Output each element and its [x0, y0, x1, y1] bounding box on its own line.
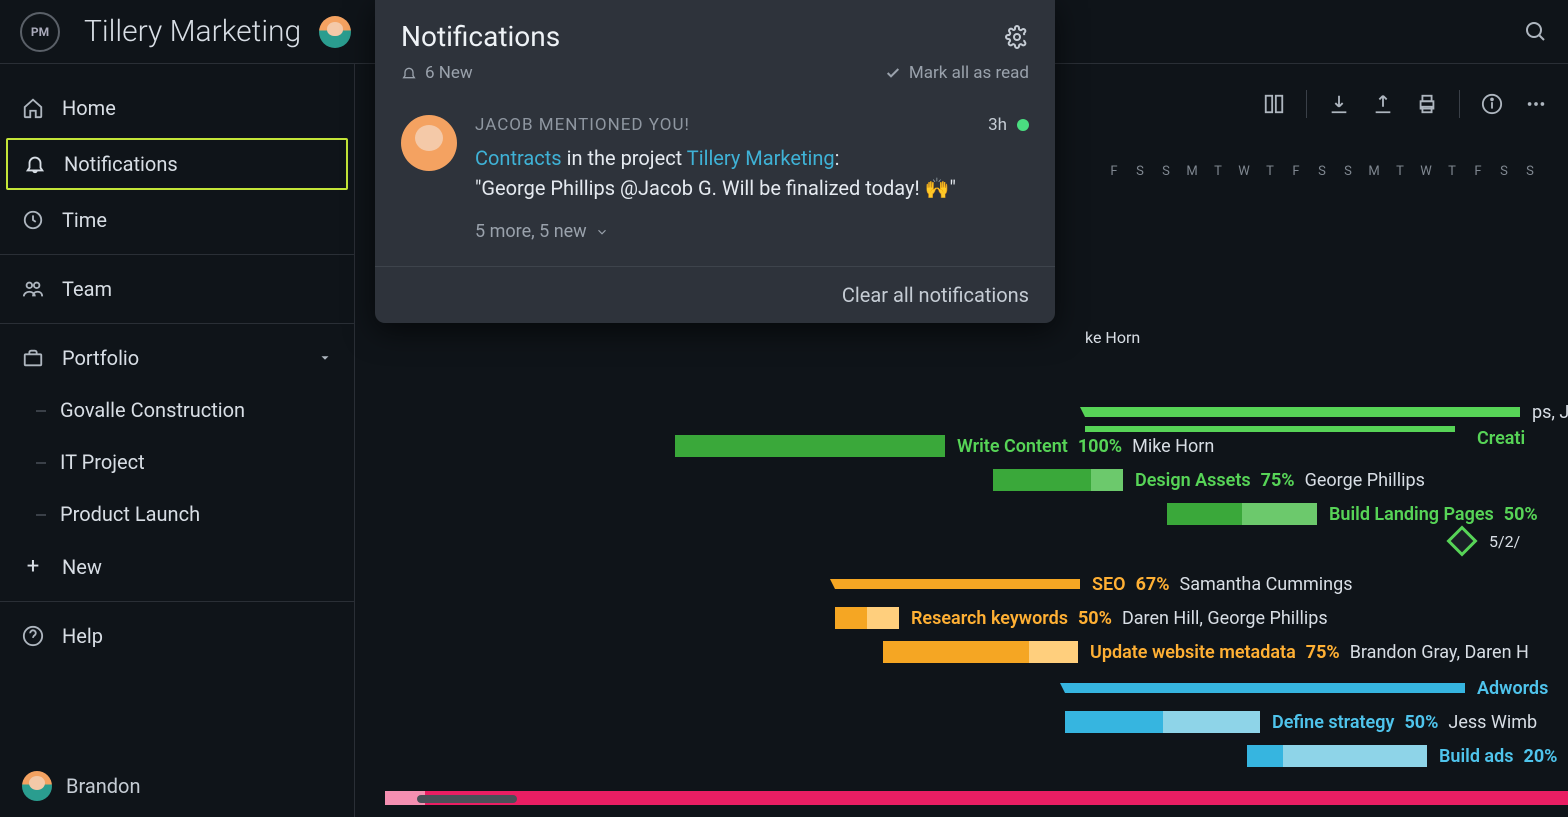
day-label: T [1387, 164, 1413, 179]
clear-all-button[interactable]: Clear all notifications [375, 266, 1055, 323]
import-icon[interactable] [1327, 92, 1351, 116]
task-bar[interactable] [1167, 503, 1317, 525]
task-label: Update website metadata75%Brandon Gray, … [1090, 642, 1529, 663]
task-label: Build Landing Pages50% [1329, 504, 1538, 525]
horizontal-scrollbar[interactable] [417, 795, 517, 803]
task-label: Adwords [1477, 678, 1548, 699]
notification-link[interactable]: Tillery Marketing [687, 146, 835, 170]
notification-body[interactable]: Contracts in the project Tillery Marketi… [475, 143, 1029, 203]
bell-small-icon [401, 65, 417, 81]
project-title: Tillery Marketing [84, 14, 301, 49]
sidebar-item-time[interactable]: Time [0, 194, 354, 246]
print-icon[interactable] [1415, 92, 1439, 116]
sidebar-item-portfolio[interactable]: Portfolio [0, 332, 354, 384]
milestone-date: 5/2/ [1489, 532, 1520, 551]
task-bar[interactable] [883, 641, 1078, 663]
app-logo[interactable]: PM [20, 12, 60, 52]
mark-all-read-button[interactable]: Mark all as read [885, 63, 1029, 83]
sidebar-item-label: Time [62, 208, 107, 232]
info-icon[interactable] [1480, 92, 1504, 116]
day-label: S [1127, 164, 1153, 179]
sidebar-new[interactable]: + New [0, 540, 354, 593]
task-bar[interactable] [1247, 745, 1427, 767]
day-label: F [1101, 164, 1127, 179]
popup-title: Notifications [401, 20, 560, 53]
notification-link[interactable]: Contracts [475, 146, 562, 170]
briefcase-icon [22, 347, 44, 369]
summary-bar[interactable] [1085, 407, 1520, 417]
day-label: S [1153, 164, 1179, 179]
sidebar-item-label: Notifications [64, 152, 178, 176]
task-label: Creati [1477, 428, 1525, 449]
notification-heading: JACOB MENTIONED YOU! [475, 115, 690, 135]
sidebar-item-home[interactable]: Home [0, 82, 354, 134]
day-label: W [1231, 164, 1257, 179]
check-icon [885, 65, 901, 81]
sidebar-item-label: Home [62, 96, 116, 120]
more-icon[interactable] [1524, 92, 1548, 116]
task-label: Define strategy50%Jess Wimb [1272, 712, 1537, 733]
task-label: Research keywords50%Daren Hill, George P… [911, 608, 1328, 629]
sidebar-item-label: Team [62, 277, 112, 301]
day-label: T [1205, 164, 1231, 179]
export-icon[interactable] [1371, 92, 1395, 116]
plus-icon: + [22, 554, 44, 579]
home-icon [22, 97, 44, 119]
project-avatar[interactable] [319, 16, 351, 48]
search-icon[interactable] [1524, 20, 1548, 44]
chevron-down-icon [595, 225, 609, 239]
summary-progress-bar [385, 791, 1568, 805]
clock-icon [22, 209, 44, 231]
user-avatar [22, 771, 52, 801]
day-label: T [1257, 164, 1283, 179]
help-icon [22, 625, 44, 647]
notification-more-toggle[interactable]: 5 more, 5 new [475, 221, 1029, 242]
user-name: Brandon [66, 774, 141, 798]
day-label: W [1413, 164, 1439, 179]
bell-icon [24, 153, 46, 175]
portfolio-child[interactable]: IT Project [0, 436, 354, 488]
day-label: S [1335, 164, 1361, 179]
notifications-popup: Notifications 6 New Mark all as read JAC… [375, 0, 1055, 323]
notification-avatar [401, 115, 457, 171]
summary-bar[interactable] [835, 579, 1080, 589]
portfolio-child[interactable]: Govalle Construction [0, 384, 354, 436]
day-label: M [1361, 164, 1387, 179]
team-icon [22, 278, 44, 300]
sidebar-help[interactable]: Help [0, 610, 354, 662]
day-label: F [1465, 164, 1491, 179]
grid-icon[interactable] [1262, 92, 1286, 116]
portfolio-child[interactable]: Product Launch [0, 488, 354, 540]
day-label: F [1283, 164, 1309, 179]
task-label: Build ads20% [1439, 746, 1557, 767]
task-label: SEO67%Samantha Cummings [1092, 574, 1353, 595]
task-label: Design Assets75%George Phillips [1135, 470, 1425, 491]
task-bar[interactable] [993, 469, 1123, 491]
unread-dot-icon [1017, 119, 1029, 131]
day-label: S [1517, 164, 1543, 179]
gear-icon[interactable] [1005, 25, 1029, 49]
new-count: 6 New [425, 63, 473, 83]
summary-bar[interactable] [1065, 683, 1465, 693]
task-label: Write Content100%Mike Horn [957, 436, 1214, 457]
sidebar-item-label: New [62, 555, 102, 579]
sidebar-item-team[interactable]: Team [0, 263, 354, 315]
day-label: S [1309, 164, 1335, 179]
task-bar[interactable] [835, 607, 899, 629]
day-label: M [1179, 164, 1205, 179]
sidebar-item-label: Help [62, 624, 103, 648]
task-assignee: ke Horn [1085, 328, 1140, 347]
sidebar-item-notifications[interactable]: Notifications [6, 138, 348, 190]
day-label: S [1491, 164, 1517, 179]
task-bar[interactable] [1065, 711, 1260, 733]
task-bar[interactable] [675, 435, 945, 457]
sidebar: Home Notifications Time Team Portfolio G… [0, 64, 355, 817]
sidebar-item-label: Portfolio [62, 346, 139, 370]
chevron-down-icon [318, 351, 332, 365]
sidebar-user[interactable]: Brandon [0, 755, 354, 817]
day-label: T [1439, 164, 1465, 179]
task-label: ps, Jennifer Lennon, Jess Wimber... [1532, 402, 1568, 423]
notification-time: 3h [988, 115, 1007, 135]
